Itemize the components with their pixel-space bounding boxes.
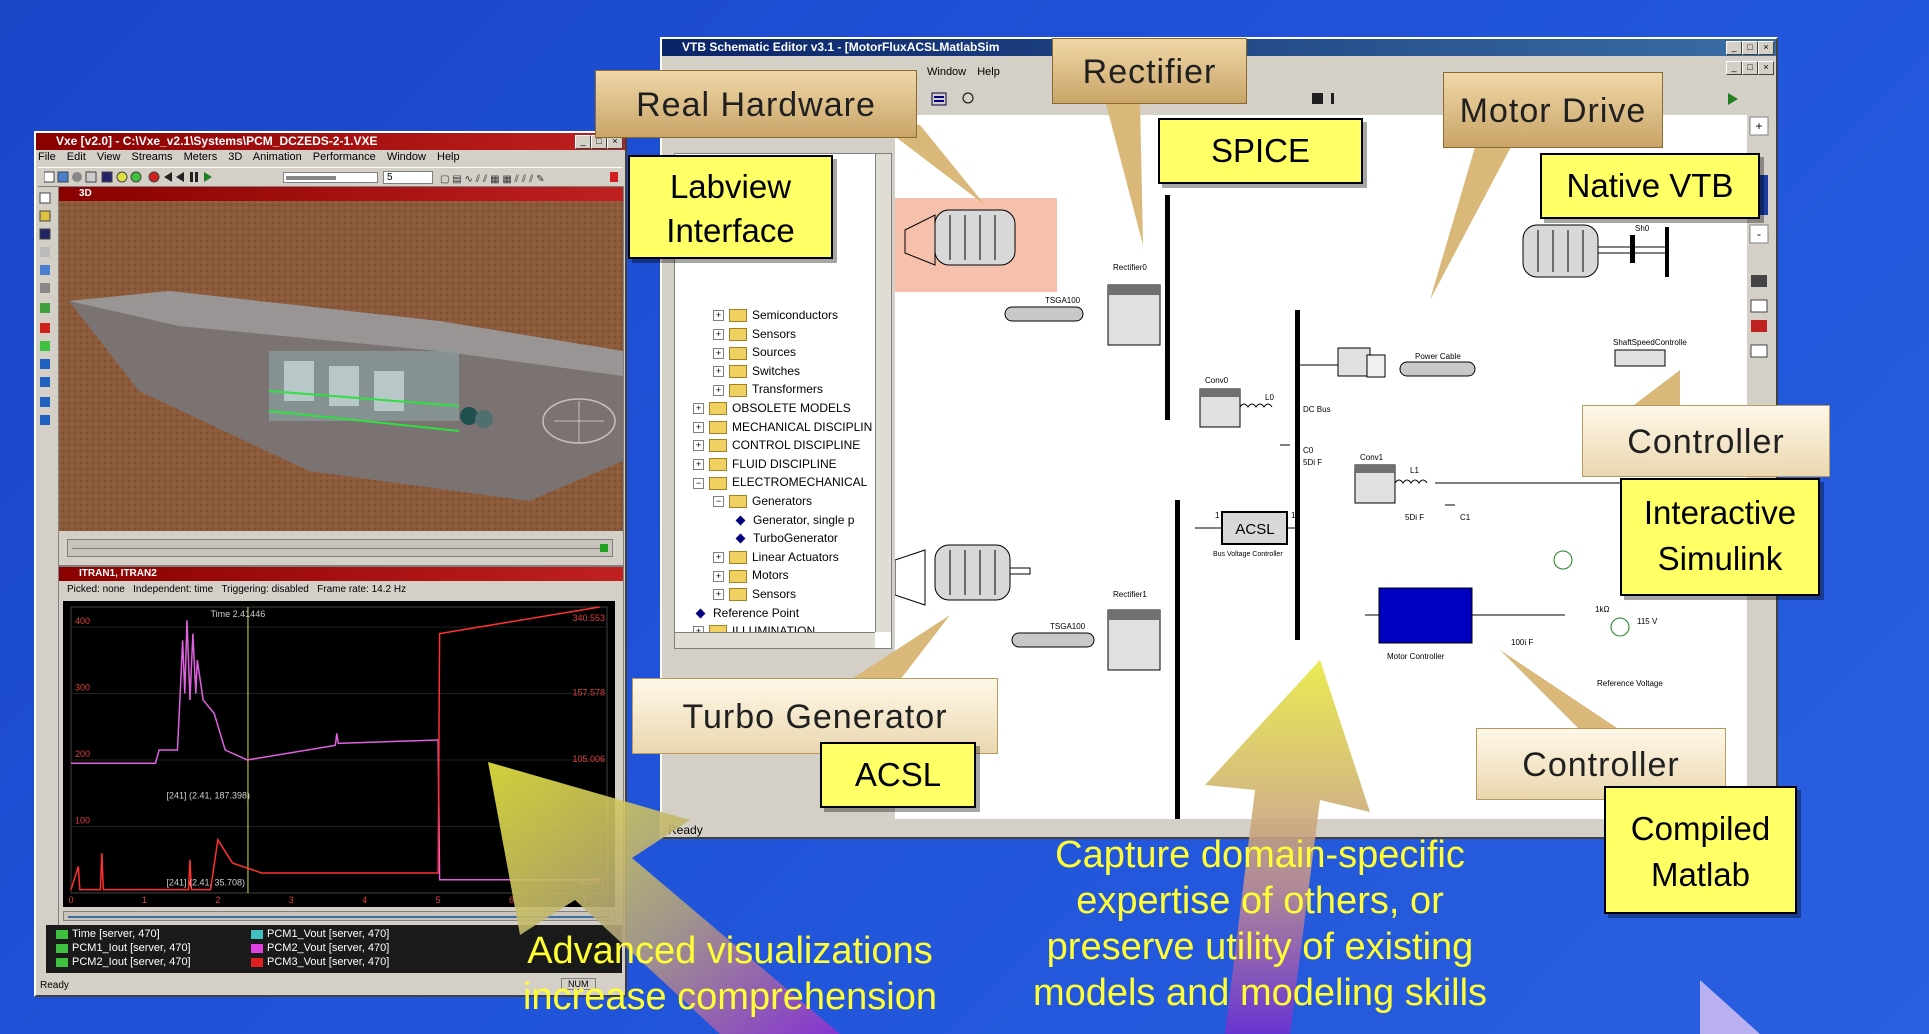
callout-native-vtb: Native VTB (1540, 153, 1760, 219)
callout-interactive-simulink: Interactive Simulink (1620, 478, 1820, 596)
tail-motor-drive (1430, 130, 1520, 300)
callout-compiled-matlab: Compiled Matlab (1604, 786, 1797, 914)
callout-simulink-text: Interactive Simulink (1643, 494, 1797, 577)
tail-controller-top (1630, 370, 1680, 408)
corner-arrow-icon (1700, 980, 1760, 1034)
caption-left: Advanced visualizations increase compreh… (522, 930, 937, 1018)
callout-matlab-text: Compiled Matlab (1630, 810, 1771, 893)
callout-labview: Labview Interface (628, 155, 833, 259)
callout-rectifier: Rectifier (1052, 38, 1247, 104)
caption-center: Capture domain-specific expertise of oth… (1032, 834, 1488, 1014)
callout-acsl: ACSL (820, 742, 976, 808)
callout-real-hardware: Real Hardware (595, 70, 917, 138)
callout-motor-drive: Motor Drive (1443, 72, 1663, 148)
callout-controller-top: Controller (1582, 405, 1830, 477)
tail-controller-bottom (1500, 650, 1620, 730)
tail-turbo (850, 615, 950, 680)
callout-labview-text: Labview Interface (666, 168, 795, 249)
callout-spice: SPICE (1158, 118, 1363, 184)
tail-rectifier (1105, 100, 1143, 245)
slide-background: { "vxe_window": { "title": "Vxe [v2.0] -… (0, 0, 1929, 1034)
